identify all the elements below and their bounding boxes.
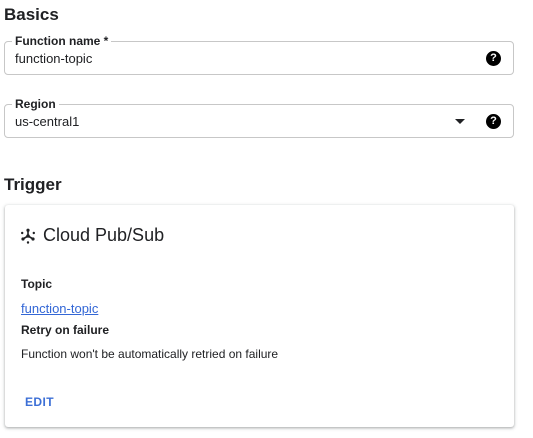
region-select[interactable]: Region us-central1 ? xyxy=(4,96,514,138)
function-name-field[interactable]: Function name * ? xyxy=(4,33,514,75)
trigger-card-title: Cloud Pub/Sub xyxy=(43,225,165,245)
retry-description: Function won't be automatically retried … xyxy=(21,347,279,361)
trigger-card-header: Cloud Pub/Sub xyxy=(20,225,164,246)
region-value[interactable]: us-central1 xyxy=(15,114,435,130)
region-label: Region xyxy=(12,96,59,112)
function-name-input[interactable] xyxy=(15,51,435,67)
help-icon[interactable]: ? xyxy=(486,51,501,66)
function-name-label: Function name * xyxy=(12,33,112,49)
retry-label: Retry on failure xyxy=(21,323,110,337)
page: Basics Function name * ? Region us-centr… xyxy=(0,0,533,438)
trigger-section-title: Trigger xyxy=(4,175,62,194)
trigger-card: Cloud Pub/Sub Topic function-topic Retry… xyxy=(5,205,514,427)
dropdown-arrow-icon[interactable] xyxy=(455,119,465,124)
topic-link[interactable]: function-topic xyxy=(21,301,98,316)
topic-label: Topic xyxy=(21,277,53,291)
basics-section-title: Basics xyxy=(4,5,59,24)
pubsub-icon xyxy=(21,228,35,244)
help-icon[interactable]: ? xyxy=(486,114,501,129)
edit-button[interactable]: EDIT xyxy=(19,391,60,413)
